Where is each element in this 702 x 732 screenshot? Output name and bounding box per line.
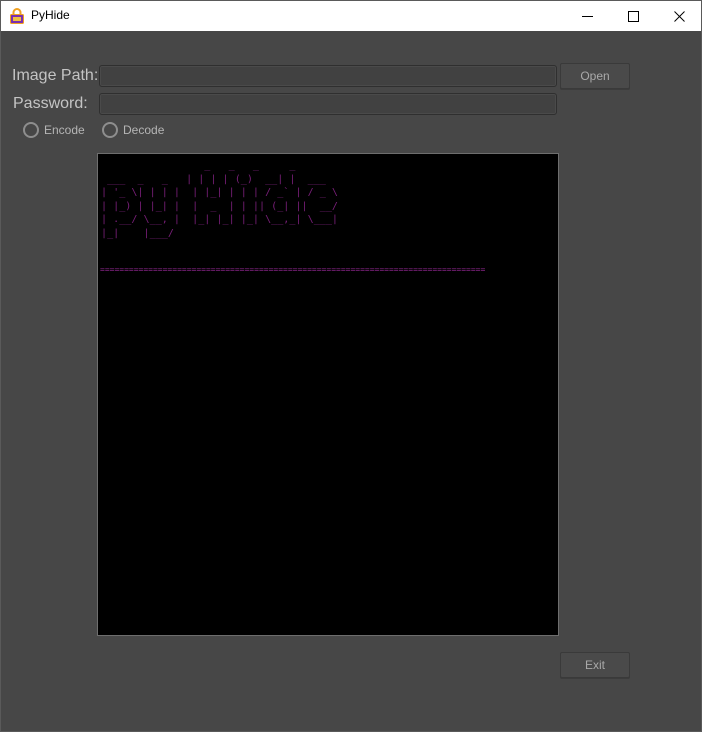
password-label: Password:	[13, 95, 88, 112]
pyhide-ascii-banner: _ _ _ _ ___ _ _ | | | | (_) __| | ___ | …	[101, 160, 339, 239]
exit-button[interactable]: Exit	[560, 652, 630, 678]
title-bar[interactable]: PyHide	[1, 1, 701, 31]
window-title: PyHide	[31, 8, 70, 22]
encode-radio-circle[interactable]	[23, 122, 39, 138]
image-path-input[interactable]	[99, 65, 557, 87]
maximize-icon	[627, 10, 639, 22]
minimize-button[interactable]	[564, 1, 610, 31]
lock-icon	[10, 8, 24, 24]
output-console[interactable]: _ _ _ _ ___ _ _ | | | | (_) __| | ___ | …	[97, 153, 559, 636]
open-button[interactable]: Open	[560, 63, 630, 89]
decode-radio-circle[interactable]	[102, 122, 118, 138]
app-window: PyHide Image Path: Open Password: Encode…	[0, 0, 702, 732]
password-input[interactable]	[99, 93, 557, 115]
encode-radio[interactable]: Encode	[23, 122, 85, 138]
encode-radio-label: Encode	[44, 123, 85, 137]
minimize-icon	[581, 15, 593, 17]
decode-radio-label: Decode	[123, 123, 165, 137]
image-path-label: Image Path:	[12, 67, 99, 84]
banner-separator: ========================================…	[100, 265, 486, 274]
maximize-button[interactable]	[610, 1, 656, 31]
decode-radio[interactable]: Decode	[102, 122, 164, 138]
close-button[interactable]	[656, 1, 702, 31]
close-icon	[673, 10, 685, 22]
